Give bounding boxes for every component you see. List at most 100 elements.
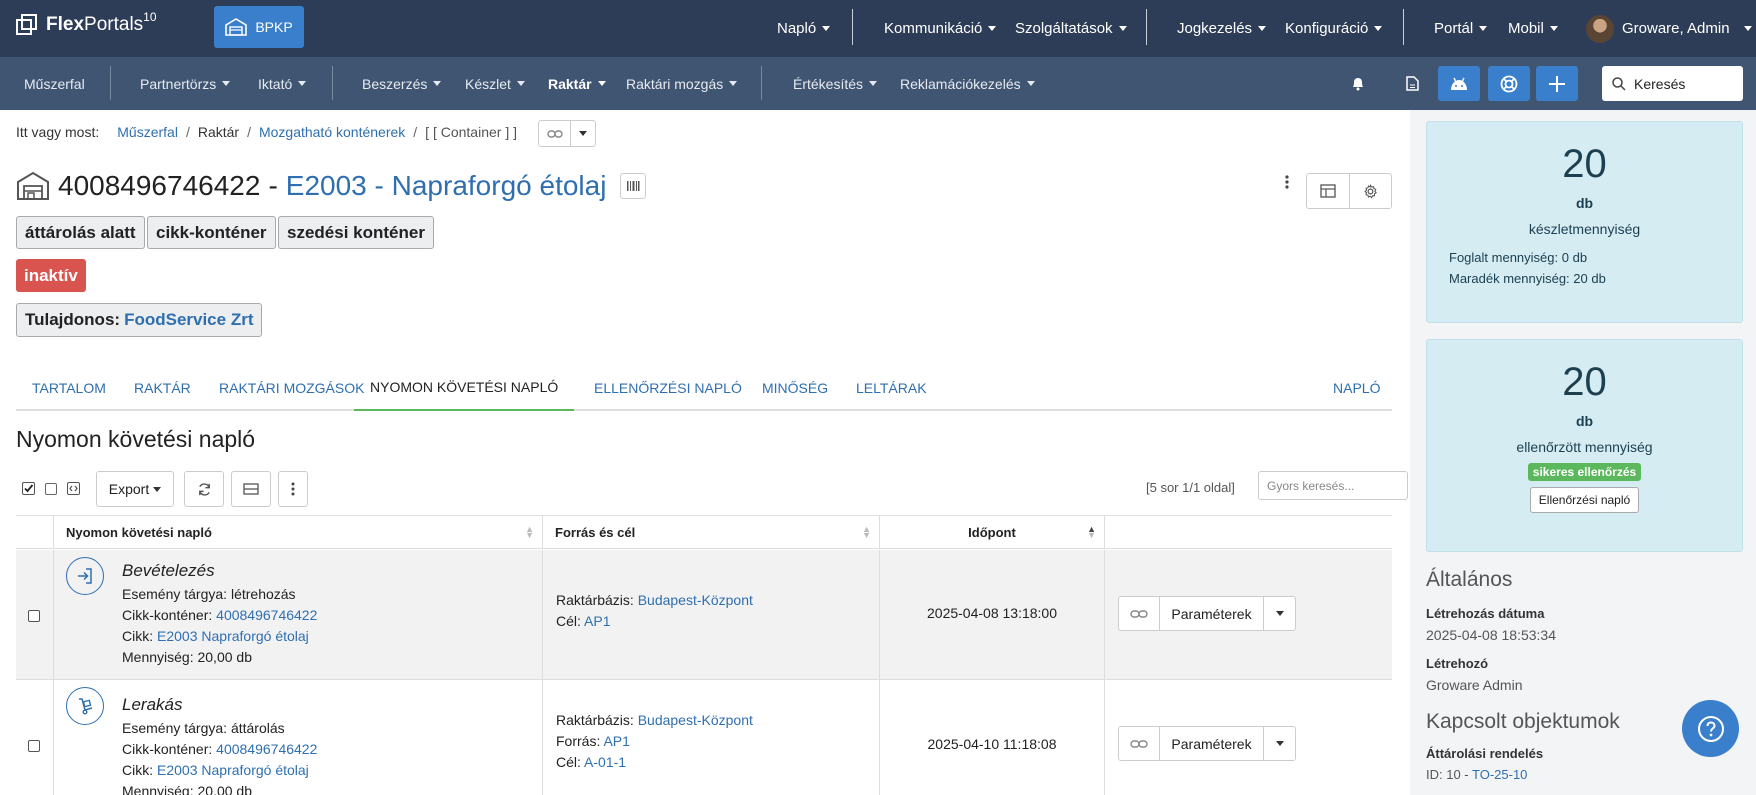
tab-bar: TARTALOM RAKTÁR RAKTÁRI MOZGÁSOK NYOMON … <box>16 365 1392 411</box>
add-button[interactable] <box>1536 66 1578 101</box>
brand-logo[interactable]: FlexPortals10 <box>16 10 157 36</box>
table-more-button[interactable] <box>278 471 308 507</box>
row-checkbox[interactable] <box>28 610 40 622</box>
brand-name: FlexPortals10 <box>46 10 157 35</box>
tab-naplo[interactable]: NAPLÓ <box>1333 365 1380 411</box>
subnav-item-muszerfal[interactable]: Műszerfal <box>24 57 85 110</box>
parameters-button[interactable]: Paraméterek <box>1159 597 1263 630</box>
topnav-item-jogkezeles[interactable]: Jogkezelés <box>1177 0 1267 57</box>
subnav-item-ertekesites[interactable]: Értékesítés <box>793 57 878 110</box>
tab-raktari-mozgasok[interactable]: RAKTÁRI MOZGÁSOK <box>219 365 364 411</box>
tab-minoseg[interactable]: MINŐSÉG <box>762 365 828 411</box>
help-button[interactable] <box>1682 700 1739 757</box>
row-link-button[interactable] <box>1119 597 1159 630</box>
subnav-item-partnertorzs[interactable]: Partnertörzs <box>140 57 231 110</box>
topnav-item-kommunikacio[interactable]: Kommunikáció <box>884 0 997 57</box>
warehouse-base-link[interactable]: Budapest-Központ <box>638 592 753 608</box>
container-link[interactable]: 4008496746422 <box>216 741 317 757</box>
warehouse-base-link[interactable]: Budapest-Központ <box>638 712 753 728</box>
subnav-item-raktari-mozgas[interactable]: Raktári mozgás <box>626 57 738 110</box>
relocation-order-value: ID: 10 - TO-25-10 <box>1426 767 1527 782</box>
tracking-log-table: Nyomon követési napló ▲ ▼ Forrás és cél ▲… <box>16 515 1392 795</box>
tab-nyomon-kovetesi-naplo[interactable]: NYOMON KÖVETÉSI NAPLÓ <box>354 365 575 411</box>
caret-down-icon <box>1118 26 1127 31</box>
columns-button[interactable] <box>231 471 271 507</box>
refresh-button[interactable] <box>184 471 224 507</box>
divider <box>1403 9 1404 45</box>
topnav-item-szolgaltatasok[interactable]: Szolgáltatások <box>1015 0 1127 57</box>
caret-down-icon <box>579 131 587 136</box>
parameters-button[interactable]: Paraméterek <box>1159 727 1263 760</box>
checked-quantity-card: 20 db ellenőrzött mennyiség sikeres elle… <box>1426 339 1743 552</box>
caret-down-icon <box>153 486 162 492</box>
breadcrumb-link-containers[interactable]: Mozgatható konténerek <box>259 124 405 140</box>
source-location-link[interactable]: AP1 <box>603 733 629 749</box>
table-header-source-target[interactable]: Forrás és cél ▲ ▼ <box>543 516 880 549</box>
settings-button[interactable] <box>1348 174 1392 208</box>
item-name-link[interactable]: E2003 - Napraforgó étolaj <box>286 170 607 202</box>
bell-icon <box>1351 76 1365 91</box>
field-label: Mennyiség: <box>122 783 194 795</box>
row-link-button[interactable] <box>1119 727 1159 760</box>
support-button[interactable] <box>1488 66 1530 101</box>
more-vertical-icon <box>291 482 295 496</box>
subnav-item-raktar[interactable]: Raktár <box>548 57 606 110</box>
row-actions-dropdown[interactable] <box>1263 727 1295 760</box>
row-count-info: [5 sor 1/1 oldal] <box>1146 480 1235 495</box>
android-button[interactable] <box>1438 66 1480 101</box>
invert-selection-button[interactable] <box>67 482 80 495</box>
target-location-link[interactable]: A-01-1 <box>584 754 626 770</box>
breadcrumb-link-muszerfal[interactable]: Műszerfal <box>117 124 178 140</box>
item-link[interactable]: E2003 Napraforgó étolaj <box>157 628 309 644</box>
table-row: Lerakás Esemény tárgya: áttárolás Cikk-k… <box>16 680 1392 795</box>
subnav-item-beszerzes[interactable]: Beszerzés <box>362 57 442 110</box>
page-title: 4008496746422 - E2003 - Napraforgó étola… <box>16 170 647 202</box>
table-header-event[interactable]: Nyomon követési napló ▲ ▼ <box>54 516 543 549</box>
subnav-item-reklamaciokezeles[interactable]: Reklamációkezelés <box>900 57 1035 110</box>
owner-link[interactable]: FoodService Zrt <box>124 310 253 330</box>
caret-down-icon <box>1549 26 1558 31</box>
row-checkbox[interactable] <box>28 740 40 752</box>
creator-value: Groware Admin <box>1426 677 1523 693</box>
tab-raktar[interactable]: RAKTÁR <box>134 365 191 411</box>
select-all-checkbox[interactable] <box>22 482 35 495</box>
notifications-button[interactable] <box>1346 66 1370 101</box>
check-log-button[interactable]: Ellenőrzési napló <box>1529 487 1640 513</box>
tab-tartalom[interactable]: TARTALOM <box>32 365 106 411</box>
sort-ascending-icon: ▲ ▼ <box>1087 524 1096 540</box>
link-dropdown-toggle[interactable] <box>571 121 595 146</box>
topnav-item-naplo[interactable]: Napló <box>777 0 831 57</box>
quick-search-input[interactable]: Gyors keresés... <box>1258 471 1408 500</box>
topnav-label: Kommunikáció <box>884 20 983 37</box>
tab-ellenorzesi-naplo[interactable]: ELLENŐRZÉSI NAPLÓ <box>594 365 742 411</box>
target-location-link[interactable]: AP1 <box>584 613 610 629</box>
topnav-item-konfiguracio[interactable]: Konfiguráció <box>1285 0 1383 57</box>
relocation-order-link[interactable]: TO-25-10 <box>1472 767 1527 782</box>
layout-button[interactable] <box>1307 174 1349 208</box>
tab-leltarak[interactable]: LELTÁRAK <box>856 365 927 411</box>
event-icon-badge <box>66 557 104 595</box>
export-dropdown[interactable]: Export <box>96 471 174 507</box>
subnav-item-keszlet[interactable]: Készlet <box>465 57 525 110</box>
copy-link-button[interactable] <box>539 121 571 146</box>
row-actions-dropdown[interactable] <box>1263 597 1295 630</box>
type-tag-item-container: cikk-konténer <box>147 216 276 249</box>
document-button[interactable] <box>1400 66 1424 101</box>
topnav-label: Szolgáltatások <box>1015 20 1113 37</box>
user-menu[interactable]: Groware, Admin <box>1586 0 1752 57</box>
file-icon <box>1405 76 1419 91</box>
container-link[interactable]: 4008496746422 <box>216 607 317 623</box>
stock-quantity-card: 20 db készletmennyiség Foglalt mennyiség… <box>1426 121 1743 323</box>
source-target-details: Raktárbázis: Budapest-Központ Cél: AP1 <box>556 590 753 632</box>
select-none-checkbox[interactable] <box>45 483 57 495</box>
barcode-button[interactable] <box>620 173 647 199</box>
table-header-time[interactable]: Időpont ▲ ▼ <box>880 516 1105 549</box>
workspace-button[interactable]: BPKP <box>214 6 304 48</box>
item-link[interactable]: E2003 Napraforgó étolaj <box>157 762 309 778</box>
global-search-input[interactable]: Keresés <box>1602 66 1743 101</box>
subnav-item-iktato[interactable]: Iktató <box>258 57 307 110</box>
topnav-item-mobil[interactable]: Mobil <box>1508 0 1558 57</box>
more-actions-button[interactable] <box>1280 172 1294 192</box>
field-label: Cél: <box>556 754 581 770</box>
topnav-item-portal[interactable]: Portál <box>1434 0 1488 57</box>
